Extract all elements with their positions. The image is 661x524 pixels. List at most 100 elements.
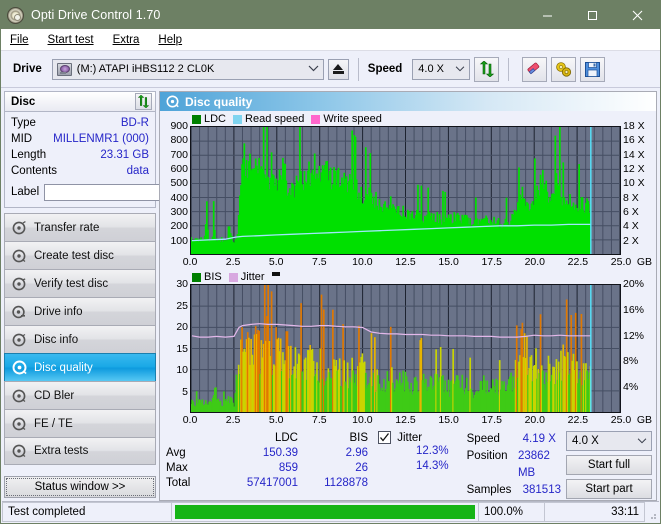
sidebar-item-fe-te[interactable]: FE / TE	[4, 409, 156, 437]
axis-tick-label: 30	[176, 278, 188, 290]
disc-type-value: BD-R	[120, 117, 149, 129]
start-full-button[interactable]: Start full	[566, 455, 652, 475]
disc-icon	[10, 249, 28, 263]
drive-label: Drive	[13, 63, 42, 75]
stats-row-total: Total 57417001 1128878	[166, 476, 378, 491]
jitter-stats: Jitter 12.3% 14.3%	[378, 431, 466, 503]
position-key: Position	[466, 450, 508, 462]
sidebar-item-label: Extra tests	[34, 445, 89, 457]
speed-selected-value: 4.0 X	[418, 63, 444, 75]
speed-value: 4.19 X	[522, 433, 556, 445]
sidebar-item-disc-quality[interactable]: Disc quality	[4, 353, 156, 381]
axis-tick-label: 12 X	[623, 163, 645, 175]
stats-total-bis: 1128878	[324, 477, 368, 489]
ldc-plot-area	[190, 126, 621, 255]
maximize-icon[interactable]	[570, 1, 615, 29]
close-icon[interactable]	[615, 1, 660, 29]
menu-extra[interactable]: Extra	[113, 32, 140, 48]
chevron-down-icon	[637, 435, 647, 447]
plot-canvas	[191, 285, 620, 412]
sidebar-item-label: Verify test disc	[34, 277, 109, 290]
axis-tick-label: 12.5	[395, 414, 416, 426]
axis-tick-label: 0.0	[182, 256, 198, 268]
axis-tick-label: 7.5	[311, 256, 327, 268]
ldc-y-axis-right: 2 X4 X 6 X 8 X 10 X 12 X 14 X 16 X 18 X	[621, 120, 654, 255]
speed-selector[interactable]: 4.0 X	[412, 58, 471, 80]
disc-icon	[10, 333, 28, 347]
eject-button[interactable]	[327, 58, 349, 80]
axis-tick-label: 7.5	[311, 414, 327, 426]
axis-tick-label: 4 X	[623, 220, 639, 233]
erase-button[interactable]	[522, 56, 548, 82]
legend-write-speed: Write speed	[311, 113, 382, 125]
samples-row: Samples 381513	[467, 482, 566, 499]
run-info: Speed 4.19 X Position 23862 MB Samples 3…	[467, 431, 566, 503]
sidebar-item-label: FE / TE	[34, 417, 73, 430]
jitter-label: Jitter	[397, 431, 423, 444]
save-button[interactable]	[580, 56, 606, 82]
legend-marker-icon	[271, 271, 280, 276]
legend-swatch-read-speed	[233, 114, 243, 124]
sidebar-item-cd-bler[interactable]: CD Bler	[4, 381, 156, 409]
axis-tick-label: 2.5	[225, 256, 241, 268]
bis-chart-container: BIS Jitter 5 10 15 20 25 30 4% 8% 12% 16% 20% 0.0…	[160, 269, 656, 427]
axis-tick-label: 8%	[623, 355, 639, 368]
menu-start-test[interactable]: Start test	[48, 32, 94, 48]
disc-type-label: Type	[11, 117, 36, 129]
menu-file[interactable]: File	[10, 32, 29, 48]
stats-row-avg: Avg 150.39 2.96	[166, 446, 378, 461]
axis-tick-label: 2 X	[623, 234, 639, 247]
disc-panel-header: Disc	[4, 91, 156, 111]
axis-tick-label: 0.0	[182, 414, 198, 426]
toolbar: Drive (M:) ATAPI iHBS112 2 CL0K Speed 4.…	[1, 51, 660, 88]
drive-selector[interactable]: (M:) ATAPI iHBS112 2 CL0K	[51, 58, 324, 80]
jitter-checkbox[interactable]	[378, 431, 392, 444]
axis-tick-label: 300	[170, 206, 188, 218]
status-window-button[interactable]: Status window >>	[4, 476, 156, 498]
statistics-panel: LDC BIS Avg 150.39 2.96 Max 859 26 Total…	[160, 427, 656, 503]
stats-header-row: LDC BIS	[166, 431, 378, 446]
gears-icon	[556, 61, 572, 77]
axis-unit-label: GB	[636, 256, 652, 268]
stats-row-max: Max 859 26	[166, 461, 378, 476]
resize-grip-icon[interactable]	[645, 502, 659, 522]
minimize-icon[interactable]	[525, 1, 570, 29]
eraser-icon	[527, 62, 540, 74]
chevron-down-icon	[455, 63, 465, 75]
refresh-icon	[479, 61, 494, 77]
disc-icon	[10, 417, 28, 431]
application-window: Opti Drive Control 1.70 File Start test …	[0, 0, 661, 524]
menu-help[interactable]: Help	[158, 32, 182, 48]
app-disc-icon	[7, 6, 24, 24]
sidebar-item-create-test-disc[interactable]: Create test disc	[4, 241, 156, 269]
axis-tick-label: 10 X	[623, 177, 645, 190]
sidebar-item-drive-info[interactable]: Drive info	[4, 297, 156, 325]
sidebar-item-extra-tests[interactable]: Extra tests	[4, 437, 156, 465]
disc-icon	[10, 305, 28, 319]
sidebar-item-transfer-rate[interactable]: Transfer rate	[4, 213, 156, 241]
axis-tick-label: 8 X	[623, 191, 639, 204]
disc-contents-label: Contents	[11, 165, 58, 177]
bis-chart-legend: BIS Jitter	[162, 270, 654, 284]
settings-button[interactable]	[551, 56, 577, 82]
refresh-button[interactable]	[474, 56, 500, 82]
start-part-button[interactable]: Start part	[566, 479, 652, 499]
axis-tick-label: 5	[182, 385, 188, 398]
sidebar-item-disc-info[interactable]: Disc info	[4, 325, 156, 353]
disc-row-length: Length 23.31 GB	[11, 147, 149, 163]
status-window-label: Status window >>	[34, 481, 126, 493]
axis-tick-label: 25.0	[610, 414, 632, 426]
axis-tick-label: 10	[176, 364, 188, 376]
legend-label-write-speed: Write speed	[323, 113, 382, 125]
plot-canvas	[191, 127, 620, 254]
disc-refresh-button[interactable]	[135, 93, 152, 110]
legend-swatch-jitter	[228, 272, 238, 282]
save-icon	[585, 61, 601, 77]
speed-key: Speed	[466, 433, 500, 445]
menu-bar: File Start test Extra Help	[1, 29, 660, 51]
sidebar-item-verify-test-disc[interactable]: Verify test disc	[4, 269, 156, 297]
legend-ldc: LDC	[192, 113, 226, 125]
legend-swatch-ldc	[192, 114, 201, 124]
stats-max-ldc: 859	[278, 462, 298, 474]
test-speed-selector[interactable]: 4.0 X	[566, 431, 652, 451]
